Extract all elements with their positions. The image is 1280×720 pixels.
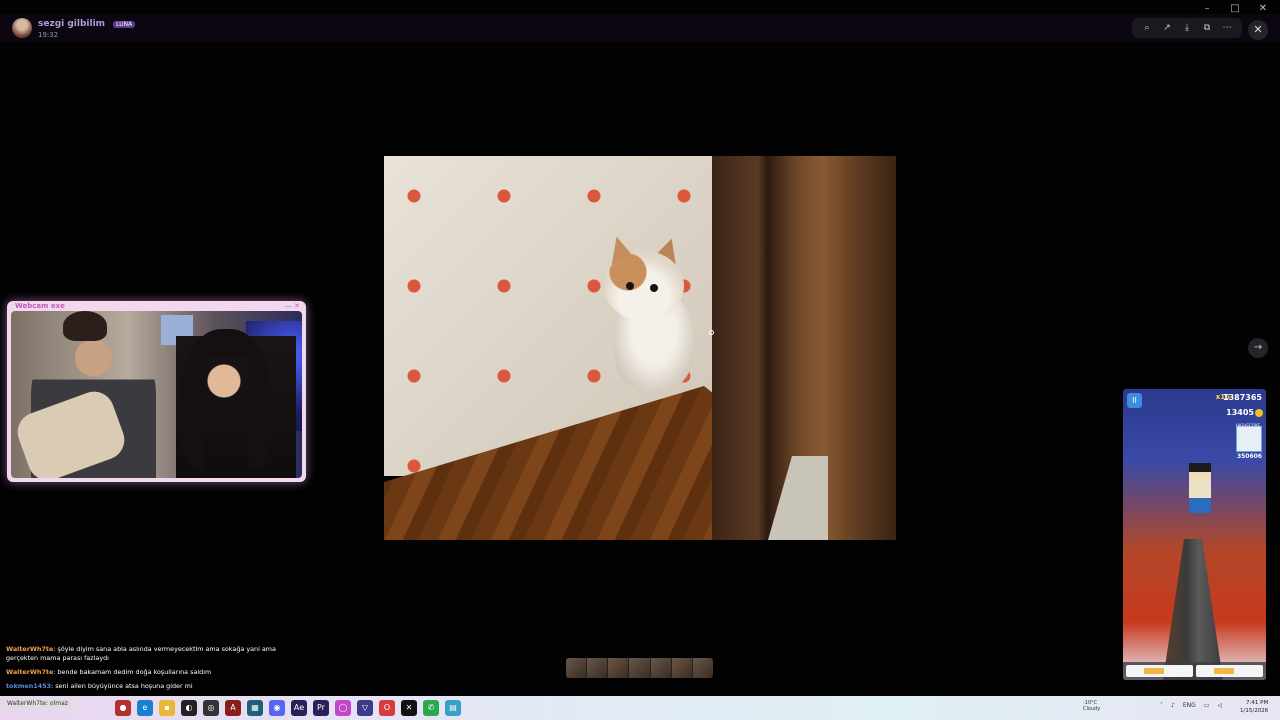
next-image-button[interactable]: → <box>1248 338 1268 358</box>
volume-icon[interactable]: ◁ <box>1217 702 1222 709</box>
open-icon[interactable]: ⧉ <box>1198 21 1216 35</box>
thumbnail-strip <box>566 658 713 678</box>
uploader-info: sezgi gilbilim LUNA 19:32 <box>38 15 136 41</box>
user-tag-badge: LUNA <box>113 21 136 28</box>
notepad-icon[interactable]: ▤ <box>445 700 461 716</box>
language-indicator[interactable]: ENG <box>1183 702 1196 709</box>
thumbnail[interactable] <box>650 658 671 678</box>
close-window-button[interactable]: ✕ <box>1256 3 1270 14</box>
share-icon[interactable]: ↗ <box>1158 21 1176 35</box>
chat-text: bende bakamam dedim doğa koşullarına sal… <box>57 668 212 676</box>
coin-icon <box>1255 409 1263 417</box>
taskbar-apps: ● e ▪ ◐ ◎ A ▦ ◉ Ae Pr ◯ ▽ O ✕ ✆ ▤ <box>115 700 461 716</box>
weather-widget[interactable]: -10°C Cloudy <box>1083 700 1100 712</box>
chat-username: tokmen1453 <box>6 682 52 690</box>
maximize-button[interactable]: □ <box>1228 3 1242 14</box>
steam-icon[interactable]: ◐ <box>181 700 197 716</box>
chat-message: WalterWh7te: şöyle diyim sana abla aslın… <box>6 645 276 662</box>
thumbnail[interactable] <box>692 658 713 678</box>
clock-date: 1/15/2026 <box>1240 708 1269 714</box>
system-tray: ˄ ♪ ENG ▭ ◁ <box>1160 702 1222 709</box>
mic-icon[interactable]: ♪ <box>1171 702 1175 709</box>
chat-message: WalterWh7te: bende bakamam dedim doğa ko… <box>6 668 212 676</box>
weather-desc: Cloudy <box>1083 706 1101 712</box>
thumbnail[interactable] <box>608 658 629 678</box>
after-effects-icon[interactable]: Ae <box>291 700 307 716</box>
highscore-label: HIGHSCORE <box>1235 423 1260 428</box>
kitten <box>594 233 704 396</box>
thumbnail[interactable] <box>587 658 608 678</box>
game-pause-button[interactable]: II <box>1127 393 1142 408</box>
subway-surfers-overlay: II x15 1387365 13405 HIGHSCORE 350606 <box>1123 389 1266 680</box>
edge-icon[interactable]: e <box>137 700 153 716</box>
chat-username: WalterWh7te <box>6 645 54 653</box>
opera-icon[interactable]: O <box>379 700 395 716</box>
kitten-eye-right <box>650 284 658 292</box>
chat-message: tokmen1453: seni ailen büyüyünce atsa ho… <box>6 682 193 690</box>
taskbar: WalterWh7te: olmaz ● e ▪ ◐ ◎ A ▦ ◉ Ae Pr… <box>0 696 1280 720</box>
download-icon[interactable]: ⤓ <box>1178 21 1196 35</box>
person-left-hair <box>63 311 107 341</box>
game-coins: 13405 <box>1226 408 1254 417</box>
avatar[interactable] <box>12 18 32 38</box>
folder-icon[interactable]: ▪ <box>159 700 175 716</box>
webcam-title: Webcam exe <box>15 302 65 310</box>
taskbar-search[interactable]: WalterWh7te: olmaz <box>4 699 71 708</box>
chat-text: seni ailen büyüyünce atsa hoşuna gider m… <box>55 682 193 690</box>
thumbnail[interactable] <box>566 658 587 678</box>
powerup-1 <box>1126 665 1193 677</box>
uploader-name[interactable]: sezgi gilbilim <box>38 19 105 29</box>
thumbnail[interactable] <box>671 658 692 678</box>
kitten-eye-left <box>626 282 634 290</box>
highscore-box <box>1236 426 1262 452</box>
close-viewer-button[interactable]: ✕ <box>1248 20 1268 40</box>
post-time: 19:32 <box>38 31 59 39</box>
calculator-icon[interactable]: ▦ <box>247 700 263 716</box>
powerup-bar <box>1123 662 1266 680</box>
taskbar-clock[interactable]: 7:41 PM 1/15/2026 <box>1240 699 1268 715</box>
minimize-button[interactable]: – <box>1200 3 1214 14</box>
clock-time: 7:41 PM <box>1246 700 1269 706</box>
proton-icon[interactable]: ▽ <box>357 700 373 716</box>
network-icon[interactable]: ▭ <box>1204 702 1210 709</box>
kitten-head <box>604 251 684 321</box>
thumbnail[interactable] <box>629 658 650 678</box>
acrobat-icon[interactable]: A <box>225 700 241 716</box>
app-icon[interactable]: ● <box>115 700 131 716</box>
highscore-value: 350606 <box>1236 453 1262 460</box>
zoom-icon[interactable]: ⌕ <box>1138 21 1156 35</box>
browser-icon[interactable]: ◯ <box>335 700 351 716</box>
screen: – □ ✕ sezgi gilbilim LUNA 19:32 ⌕ ↗ ⤓ ⧉ … <box>0 0 1280 720</box>
stream-chat: WalterWh7te: şöyle diyim sana abla aslın… <box>6 645 296 696</box>
chevron-up-icon[interactable]: ˄ <box>1160 702 1163 709</box>
game-score: 1387365 <box>1223 393 1262 402</box>
viewer-toolbar: ⌕ ↗ ⤓ ⧉ ⋯ <box>1132 18 1242 38</box>
main-image[interactable] <box>384 156 896 540</box>
chat-username: WalterWh7te <box>6 668 54 676</box>
powerup-2 <box>1196 665 1263 677</box>
premiere-icon[interactable]: Pr <box>313 700 329 716</box>
webcam-window: Webcam exe — ✕ <box>7 301 306 482</box>
obs-icon[interactable]: ◎ <box>203 700 219 716</box>
game-runner <box>1189 463 1211 513</box>
webcam-window-buttons[interactable]: — ✕ <box>285 302 300 310</box>
whatsapp-icon[interactable]: ✆ <box>423 700 439 716</box>
more-icon[interactable]: ⋯ <box>1218 21 1236 35</box>
viewer-topbar: sezgi gilbilim LUNA 19:32 ⌕ ↗ ⤓ ⧉ ⋯ ✕ <box>0 14 1280 42</box>
mouse-cursor <box>709 330 714 335</box>
capcut-icon[interactable]: ✕ <box>401 700 417 716</box>
discord-icon[interactable]: ◉ <box>269 700 285 716</box>
game-track <box>1163 539 1223 680</box>
webcam-feed <box>11 311 302 478</box>
